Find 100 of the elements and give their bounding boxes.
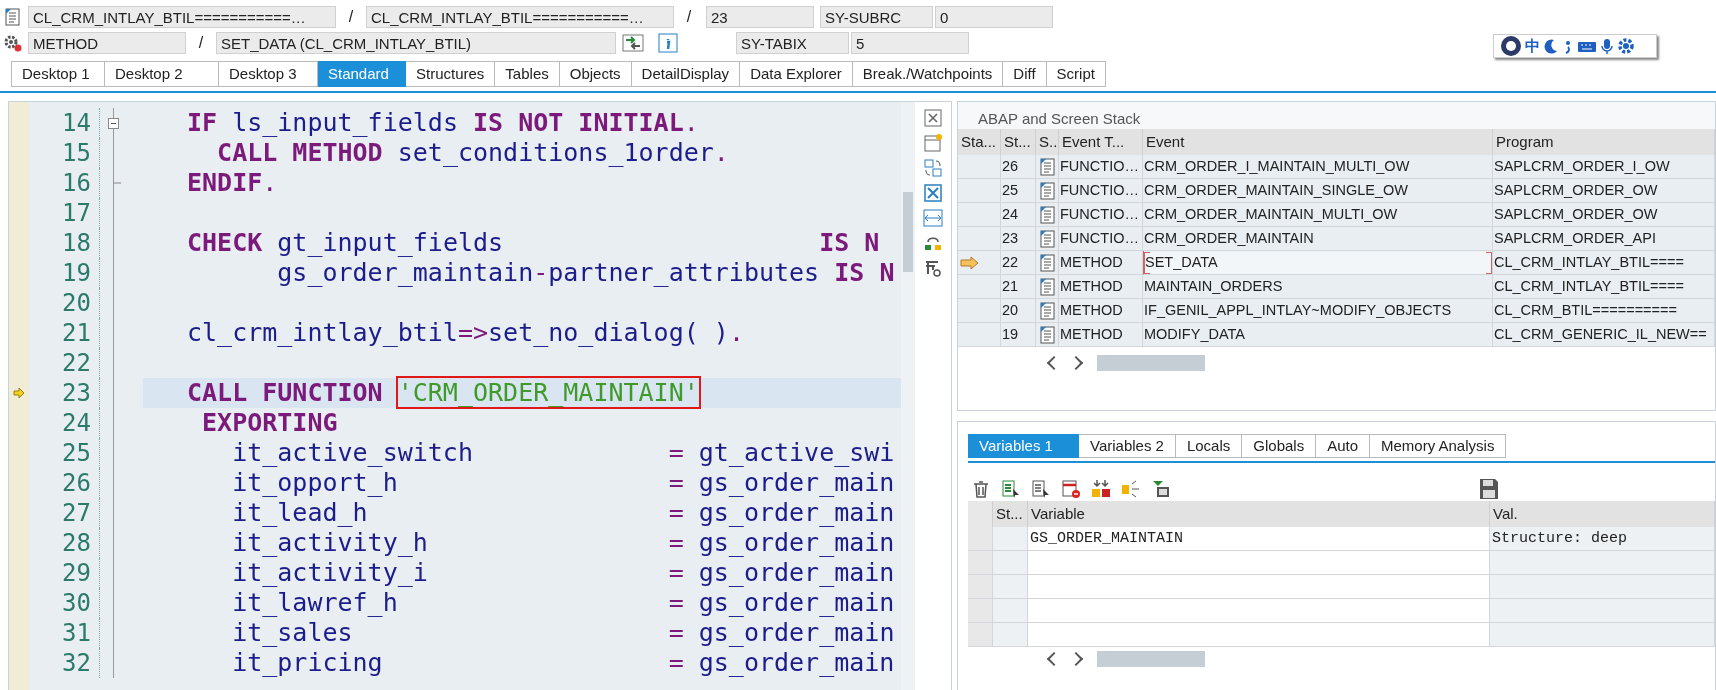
table-cell: METHOD bbox=[1059, 299, 1143, 323]
desktop-tab[interactable]: Desktop 3 bbox=[219, 61, 318, 87]
document-icon bbox=[1038, 252, 1057, 273]
table-cell bbox=[993, 575, 1028, 599]
table-cell: 24 bbox=[1001, 203, 1036, 227]
scroll-thumb[interactable] bbox=[1097, 651, 1205, 667]
table-cell: SAPLCRM_ORDER_OW bbox=[1493, 179, 1715, 203]
desktop-tab[interactable]: Desktop 1 bbox=[11, 61, 105, 87]
document-icon bbox=[1038, 276, 1057, 297]
system-field-value[interactable]: 5 bbox=[851, 32, 969, 54]
code-line: it_lead_h = gs_order_main bbox=[231, 498, 895, 528]
trash-icon[interactable] bbox=[971, 479, 991, 499]
code-line: CALL FUNCTION 'CRM_ORDER_MAINTAIN' bbox=[187, 378, 699, 408]
desktop-tab[interactable]: Structures bbox=[406, 61, 496, 87]
navigate-icon[interactable] bbox=[622, 33, 644, 53]
table-cell: SAPLCRM_ORDER_API bbox=[1493, 227, 1715, 251]
desktop-tab[interactable]: Desktop 2 bbox=[105, 61, 219, 87]
table-cell: CL_CRM_INTLAY_BTIL==== bbox=[1493, 251, 1715, 275]
logo-icon[interactable] bbox=[1500, 35, 1522, 57]
code-line: it_activity_h = gs_order_main bbox=[231, 528, 895, 558]
variables-tab[interactable]: Variables 1 bbox=[968, 434, 1079, 458]
column-header[interactable]: Sta... bbox=[958, 129, 1001, 155]
desktop-tab[interactable]: Standard bbox=[318, 61, 406, 87]
desktop-tab[interactable]: Diff bbox=[1003, 61, 1047, 87]
include-field[interactable]: CL_CRM_INTLAY_BTIL===========… bbox=[366, 6, 674, 28]
event-field[interactable]: SET_DATA (CL_CRM_INTLAY_BTIL) bbox=[216, 32, 616, 54]
variables-tab[interactable]: Variables 2 bbox=[1079, 434, 1176, 458]
input-mode-label[interactable]: 中 bbox=[1525, 36, 1540, 56]
desktop-tab[interactable]: Objects bbox=[559, 61, 632, 87]
close-icon[interactable] bbox=[923, 108, 943, 128]
info-icon[interactable] bbox=[658, 33, 678, 53]
line-field[interactable]: 23 bbox=[706, 6, 814, 28]
settings-icon[interactable] bbox=[1617, 37, 1635, 55]
table-cell: SET_DATA bbox=[1143, 251, 1493, 275]
system-field-value[interactable]: 0 bbox=[935, 6, 1053, 28]
table-cell: CRM_ORDER_I_MAINTAIN_MULTI_OW bbox=[1143, 155, 1493, 179]
scroll-thumb[interactable] bbox=[1097, 355, 1205, 371]
separator: / bbox=[197, 34, 205, 52]
column-header[interactable]: Program bbox=[1493, 129, 1715, 155]
table-cell: 25 bbox=[1001, 179, 1036, 203]
table-cell: CL_CRM_GENERIC_IL_NEW== bbox=[1493, 323, 1715, 347]
program-field[interactable]: CL_CRM_INTLAY_BTIL===========… bbox=[28, 6, 336, 28]
table-cell: CRM_ORDER_MAINTAIN_SINGLE_OW bbox=[1143, 179, 1493, 203]
table-cell: MAINTAIN_ORDERS bbox=[1143, 275, 1493, 299]
variables-tab[interactable]: Memory Analysis bbox=[1370, 434, 1507, 458]
code-line: cl_crm_intlay_btil=>set_no_dialog( ). bbox=[187, 318, 744, 348]
desktop-tab[interactable]: Data Explorer bbox=[740, 61, 853, 87]
table-cell: 23 bbox=[1001, 227, 1036, 251]
fit-icon[interactable] bbox=[923, 183, 943, 203]
table-cell: 26 bbox=[1001, 155, 1036, 179]
system-field-name[interactable]: SY-TABIX bbox=[736, 32, 849, 54]
desktop-tab[interactable]: DetailDisplay bbox=[631, 61, 741, 87]
desktop-tab[interactable]: Script bbox=[1046, 61, 1106, 87]
column-header[interactable]: Event bbox=[1143, 129, 1493, 155]
scroll-bar[interactable] bbox=[901, 102, 915, 690]
table-cell: CL_CRM_INTLAY_BTIL==== bbox=[1493, 275, 1715, 299]
table-cell bbox=[993, 599, 1028, 623]
swap-icon[interactable] bbox=[923, 158, 943, 178]
desktop-tab[interactable]: Break./Watchpoints bbox=[852, 61, 1004, 87]
code-line: it_active_switch = gt_active_swi bbox=[231, 438, 895, 468]
column-header[interactable]: Variable bbox=[1028, 501, 1490, 527]
microphone-icon[interactable] bbox=[1600, 37, 1614, 55]
column-header[interactable]: St... bbox=[993, 501, 1028, 527]
filter-icon[interactable] bbox=[1151, 479, 1171, 499]
table-cell: METHOD bbox=[1059, 323, 1143, 347]
merge-icon[interactable] bbox=[1091, 479, 1111, 499]
collapse-icon[interactable] bbox=[108, 117, 119, 129]
event-type-field[interactable]: METHOD bbox=[28, 32, 186, 54]
save-icon[interactable] bbox=[1479, 478, 1499, 500]
document-icon bbox=[1038, 180, 1057, 201]
column-header[interactable]: Event T... bbox=[1059, 129, 1143, 155]
table-cell: Structure: deep bbox=[1490, 527, 1715, 551]
column-header[interactable]: Val. bbox=[1490, 501, 1715, 527]
desktop-tab[interactable]: Tables bbox=[495, 61, 560, 87]
code-line: ENDIF. bbox=[187, 168, 278, 198]
variables-tab[interactable]: Auto bbox=[1316, 434, 1370, 458]
insert-row-icon[interactable] bbox=[1031, 479, 1051, 499]
insert-row-icon[interactable] bbox=[1001, 479, 1021, 499]
table-cell: CRM_ORDER_MAINTAIN_MULTI_OW bbox=[1143, 203, 1493, 227]
variables-tab[interactable]: Globals bbox=[1242, 434, 1317, 458]
system-field-name[interactable]: SY-SUBRC bbox=[820, 6, 933, 28]
variables-tab[interactable]: Locals bbox=[1175, 434, 1243, 458]
table-cell: IF_GENIL_APPL_INTLAY~MODIFY_OBJECTS bbox=[1143, 299, 1493, 323]
document-icon[interactable] bbox=[3, 7, 22, 27]
tools-icon[interactable] bbox=[923, 258, 943, 278]
document-icon bbox=[1038, 300, 1057, 321]
table-cell bbox=[993, 527, 1028, 551]
document-icon bbox=[1038, 228, 1057, 249]
column-header[interactable]: St... bbox=[1001, 129, 1036, 155]
code-line: it_activity_i = gs_order_main bbox=[231, 558, 895, 588]
delete-row-icon[interactable] bbox=[1061, 479, 1081, 499]
gear-icon[interactable] bbox=[3, 33, 22, 53]
table-cell bbox=[993, 623, 1028, 647]
moon-icon[interactable] bbox=[1543, 37, 1559, 55]
code-line: it_sales = gs_order_main bbox=[231, 618, 895, 648]
table-cell: 20 bbox=[1001, 299, 1036, 323]
code-line: it_lawref_h = gs_order_main bbox=[231, 588, 895, 618]
column-header[interactable]: S.. bbox=[1036, 129, 1059, 155]
table-cell: CL_CRM_BTIL========== bbox=[1493, 299, 1715, 323]
resize-icon[interactable] bbox=[923, 208, 943, 228]
